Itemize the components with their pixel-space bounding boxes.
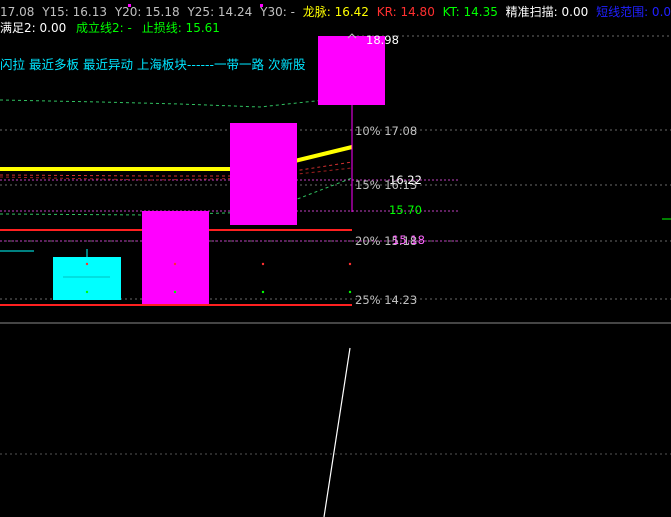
- candle-3: [230, 123, 297, 225]
- candle-2: [142, 211, 209, 304]
- label-15pct: 15% 16.13: [355, 178, 418, 192]
- dot-green-3: [261, 290, 265, 294]
- label-20pct-overlay: 15.18: [392, 233, 425, 247]
- label-25pct: 25% 14.23: [355, 293, 418, 307]
- label-1570: 15.70: [389, 203, 422, 217]
- dot-green-4: [348, 290, 352, 294]
- label-top: 18.98: [366, 33, 399, 47]
- dot-green-1: [85, 290, 89, 294]
- green-curve-upper: [0, 96, 353, 108]
- kline-chart[interactable]: [0, 0, 671, 517]
- top-tick-2: [260, 4, 263, 7]
- dot-red-1: [85, 262, 89, 266]
- green-curve-lower: [0, 177, 353, 216]
- top-tick-1: [128, 4, 131, 7]
- yellow-ma-line: [0, 145, 353, 171]
- dot-red-3: [261, 262, 265, 266]
- label-10pct: 10% 17.08: [355, 124, 418, 138]
- dot-red-2: [173, 262, 177, 266]
- dot-green-2: [173, 290, 177, 294]
- dot-red-4: [348, 262, 352, 266]
- lower-indicator-line: [323, 347, 351, 517]
